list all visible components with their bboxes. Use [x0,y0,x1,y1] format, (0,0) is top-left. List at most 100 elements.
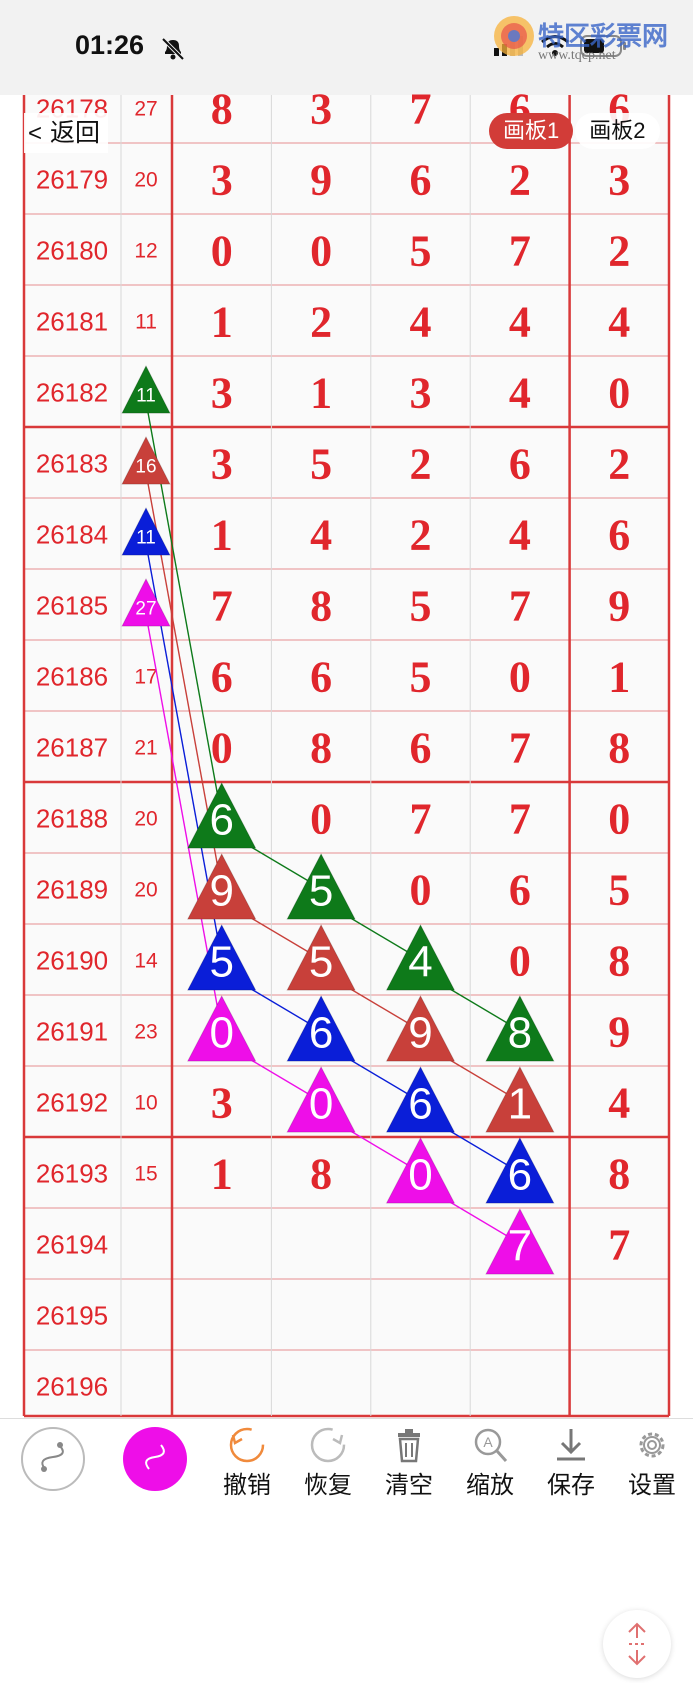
digit-cell: 4 [608,298,630,347]
undo-label: 撤销 [223,1472,271,1499]
issue-number: 26191 [36,1017,108,1047]
issue-number: 26181 [36,307,108,337]
download-icon [557,1429,585,1461]
digit-cell: 1 [211,298,233,347]
digit-cell: 3 [310,85,332,134]
digit-cell: 1 [310,369,332,418]
digit-cell: 6 [608,511,630,560]
magenta-curve-icon [145,1444,165,1470]
digit-cell: 8 [310,582,332,631]
sum-value: 20 [134,808,157,831]
digit-cell: 0 [310,227,332,276]
issue-number: 26188 [36,804,108,834]
digit-cell: 2 [310,298,332,347]
triangle-label: 4 [408,938,432,987]
sum-value: 21 [134,737,157,760]
digit-cell: 6 [410,156,432,205]
digit-cell: 7 [509,582,531,631]
digit-cell: 4 [509,369,531,418]
issue-number: 26179 [36,165,108,195]
digit-cell: 5 [608,866,630,915]
redo-label: 恢复 [304,1472,352,1499]
back-button[interactable]: < 返回 [24,113,109,153]
digit-cell: 3 [211,440,233,489]
triangle-label: 1 [508,1080,532,1129]
digit-cell: 0 [410,866,432,915]
digit-cell: 0 [310,795,332,844]
digit-cell: 8 [608,724,630,773]
digit-cell: 7 [509,227,531,276]
digit-cell: 3 [211,156,233,205]
sum-value: 10 [134,1092,157,1115]
digit-cell: 3 [410,369,432,418]
digit-cell: 7 [608,1221,630,1270]
tab-board-2[interactable]: 画板2 [575,113,660,149]
digit-cell: 6 [211,653,233,702]
digit-cell: 7 [211,582,233,631]
sum-value: 27 [134,98,157,121]
zoom-icon: A [474,1428,508,1463]
issue-number: 26192 [36,1088,108,1118]
sum-value: 20 [134,169,157,192]
issue-number: 26190 [36,946,108,976]
triangle-label: 27 [135,599,156,620]
digit-cell: 0 [509,653,531,702]
digit-cell: 4 [310,511,332,560]
digit-cell: 9 [310,156,332,205]
sum-value: 12 [134,240,157,263]
svg-text:A: A [483,1434,493,1450]
triangle-label: 5 [309,867,333,916]
sum-value: 14 [134,950,158,973]
draw-board[interactable]: 26178 27 8 3 7 6 626179 20 3 9 6 2 326180 12 0 0 5 7 22618… [0,0,693,1500]
issue-number: 26194 [36,1230,108,1260]
trash-icon [398,1429,420,1463]
digit-cell: 7 [410,85,432,134]
issue-number: 26180 [36,236,108,266]
digit-cell: 2 [608,440,630,489]
sum-value: 15 [134,1163,157,1186]
scroll-toggle-button[interactable] [603,1610,671,1678]
digit-cell: 6 [509,440,531,489]
bottom-toolbar: 撤销 恢复 清空 A 缩放 保存 设置 [0,1418,693,1501]
board-tabs: 画板1 画板2 [489,113,662,151]
digit-cell: 3 [211,1079,233,1128]
triangle-label: 9 [209,867,233,916]
issue-number: 26196 [36,1372,108,1402]
expand-collapse-icon [628,1622,646,1666]
triangle-label: 0 [408,1151,432,1200]
digit-cell: 1 [211,1150,233,1199]
tab-board-1[interactable]: 画板1 [489,113,574,149]
digit-cell: 6 [410,724,432,773]
digit-cell: 8 [608,1150,630,1199]
triangle-label: 5 [209,938,233,987]
digit-cell: 4 [608,1079,630,1128]
digit-cell: 8 [310,724,332,773]
digit-cell: 9 [608,1008,630,1057]
color-picker-button[interactable] [123,1427,187,1491]
digit-cell: 3 [211,369,233,418]
digit-cell: 0 [608,369,630,418]
digit-cell: 5 [410,582,432,631]
digit-cell: 2 [410,511,432,560]
digit-cell: 0 [509,937,531,986]
digit-cell: 8 [608,937,630,986]
digit-cell: 1 [211,511,233,560]
triangle-label: 0 [309,1080,333,1129]
triangle-label: 7 [508,1222,532,1271]
redo-icon [310,1427,346,1463]
settings-label: 设置 [628,1472,676,1499]
pen-style-button[interactable] [21,1427,85,1491]
digit-cell: 5 [410,653,432,702]
digit-cell: 3 [608,156,630,205]
issue-number: 26193 [36,1159,108,1189]
sum-value: 17 [134,666,157,689]
digit-cell: 4 [509,511,531,560]
digit-cell: 7 [509,795,531,844]
triangle-label: 6 [209,796,233,845]
issue-number: 26183 [36,449,108,479]
digit-cell: 9 [608,582,630,631]
digit-cell: 5 [410,227,432,276]
digit-cell: 2 [509,156,531,205]
save-label: 保存 [547,1472,595,1499]
curve-pen-icon [41,1442,64,1472]
